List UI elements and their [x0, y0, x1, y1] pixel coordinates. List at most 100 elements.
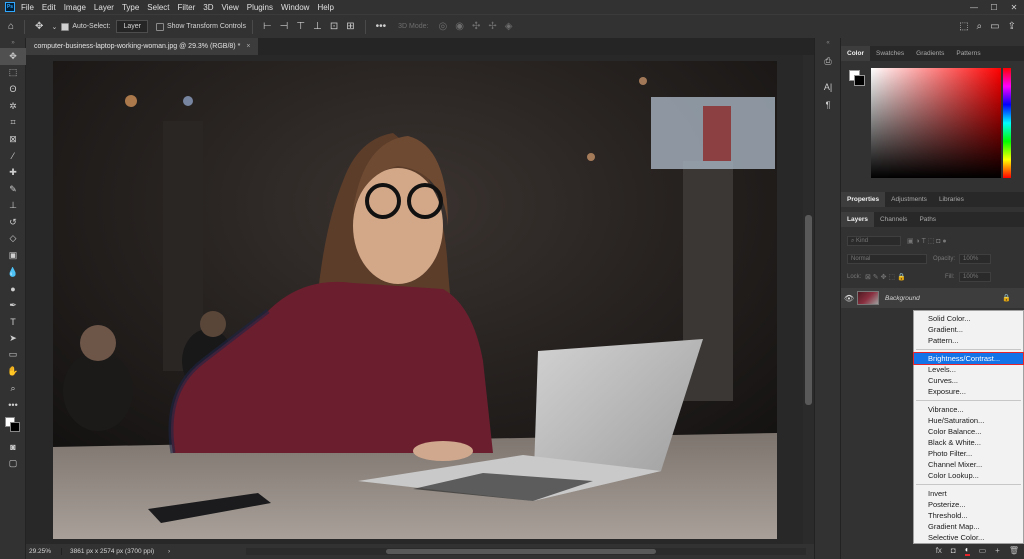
hue-slider[interactable]: [1003, 68, 1011, 178]
character-panel-icon[interactable]: A|: [815, 78, 841, 96]
folder-icon[interactable]: ▭: [979, 546, 987, 555]
eyedropper-icon[interactable]: ⁄: [0, 148, 26, 165]
type-tool-icon[interactable]: T: [0, 314, 26, 331]
3d-roll-icon[interactable]: ◉: [455, 21, 464, 32]
quick-mask-icon[interactable]: ◙: [0, 439, 26, 456]
align-middle-icon[interactable]: ⊡: [330, 21, 338, 32]
chevron-down-icon[interactable]: ⌄: [51, 23, 57, 31]
menu-item-curves[interactable]: Curves...: [914, 375, 1023, 386]
horizontal-scrollbar[interactable]: [246, 548, 806, 555]
menu-filter[interactable]: Filter: [178, 3, 196, 12]
menu-item-levels[interactable]: Levels...: [914, 364, 1023, 375]
collapse-icon[interactable]: »: [0, 38, 26, 48]
align-bottom-icon[interactable]: ⊞: [346, 21, 354, 32]
tab-libraries[interactable]: Libraries: [933, 192, 970, 207]
eye-icon[interactable]: 👁: [841, 294, 857, 303]
menu-item-vibrance[interactable]: Vibrance...: [914, 404, 1023, 415]
fill-input[interactable]: 100%: [959, 272, 991, 282]
3d-slide-icon[interactable]: ✢: [488, 21, 496, 32]
menu-help[interactable]: Help: [317, 3, 333, 12]
frame-tool-icon[interactable]: ⊠: [0, 131, 26, 148]
tab-layers[interactable]: Layers: [841, 212, 874, 227]
align-right-icon[interactable]: ⊤: [296, 21, 305, 32]
layer-row-background[interactable]: 👁 Background 🔒: [841, 288, 1024, 308]
brush-tool-icon[interactable]: ✎: [0, 181, 26, 198]
menu-item-pattern[interactable]: Pattern...: [914, 335, 1023, 346]
move-tool-icon[interactable]: ✥: [35, 21, 43, 32]
workspace-icon[interactable]: ▭: [990, 21, 999, 32]
tab-gradients[interactable]: Gradients: [910, 46, 950, 61]
tab-color[interactable]: Color: [841, 46, 870, 61]
trash-icon[interactable]: 🗑: [1009, 546, 1019, 555]
lock-icons[interactable]: ⊠ ✎ ✥ ⬚ 🔒: [865, 273, 906, 281]
rectangle-tool-icon[interactable]: ▭: [0, 347, 26, 364]
background-swatch[interactable]: [854, 75, 865, 86]
menu-item-invert[interactable]: Invert: [914, 488, 1023, 499]
menu-item-gradient[interactable]: Gradient...: [914, 324, 1023, 335]
vertical-scrollbar[interactable]: [803, 55, 814, 544]
menu-item-color-balance[interactable]: Color Balance...: [914, 426, 1023, 437]
mask-icon[interactable]: ◘: [951, 546, 956, 555]
search-icon[interactable]: ⌕: [977, 21, 983, 32]
adjustment-layer-icon[interactable]: ◐: [964, 545, 970, 556]
lock-icon[interactable]: 🔒: [1002, 294, 1011, 302]
layer-filter-icons[interactable]: ▣ ◑ T ⬚ ◘ ●: [907, 237, 947, 245]
zoom-tool-icon[interactable]: ⌕: [0, 380, 26, 397]
align-center-icon[interactable]: ⊣: [280, 21, 289, 32]
history-panel-icon[interactable]: ⎙: [815, 52, 841, 70]
paragraph-panel-icon[interactable]: ¶: [815, 96, 841, 114]
maximize-button[interactable]: ☐: [984, 3, 1004, 12]
marquee-tool-icon[interactable]: ⬚: [0, 65, 26, 82]
color-swatches[interactable]: [0, 413, 26, 439]
document-tab[interactable]: computer-business-laptop-working-woman.j…: [26, 38, 259, 55]
expand-panels-icon[interactable]: «: [815, 38, 841, 48]
menu-item-posterize[interactable]: Posterize...: [914, 499, 1023, 510]
close-tab-icon[interactable]: ×: [246, 43, 250, 50]
zoom-level[interactable]: 29.25%: [26, 548, 62, 555]
scroll-thumb[interactable]: [386, 549, 656, 554]
color-field[interactable]: [871, 68, 1001, 178]
hand-tool-icon[interactable]: ✋: [0, 363, 26, 380]
new-layer-icon[interactable]: +: [995, 546, 1000, 555]
layer-name[interactable]: Background: [885, 295, 920, 302]
filter-kind-select[interactable]: ⌕ Kind: [847, 236, 901, 246]
menu-type[interactable]: Type: [122, 3, 139, 12]
tab-channels[interactable]: Channels: [874, 212, 913, 227]
blend-mode-select[interactable]: Normal: [847, 254, 927, 264]
menu-item-gradient-map[interactable]: Gradient Map...: [914, 521, 1023, 532]
menu-item-hue-saturation[interactable]: Hue/Saturation...: [914, 415, 1023, 426]
menu-item-black-white[interactable]: Black & White...: [914, 437, 1023, 448]
dodge-tool-icon[interactable]: ●: [0, 280, 26, 297]
close-window-button[interactable]: ✕: [1004, 3, 1024, 12]
blur-tool-icon[interactable]: 💧: [0, 264, 26, 281]
menu-image[interactable]: Image: [64, 3, 86, 12]
document-canvas[interactable]: [53, 61, 777, 539]
more-tools-icon[interactable]: •••: [0, 396, 26, 413]
screen-mode-icon[interactable]: ▢: [0, 456, 26, 473]
share-icon[interactable]: ⬚: [959, 21, 968, 32]
scroll-thumb[interactable]: [805, 215, 812, 405]
magic-wand-icon[interactable]: ✲: [0, 98, 26, 115]
pen-tool-icon[interactable]: ✒: [0, 297, 26, 314]
lasso-tool-icon[interactable]: ʘ: [0, 81, 26, 98]
healing-brush-icon[interactable]: ✚: [0, 164, 26, 181]
status-menu-arrow[interactable]: ›: [162, 548, 170, 555]
3d-scale-icon[interactable]: ◈: [505, 21, 513, 32]
gradient-tool-icon[interactable]: ▣: [0, 247, 26, 264]
move-tool-icon[interactable]: ✥: [0, 48, 26, 65]
menu-plugins[interactable]: Plugins: [247, 3, 273, 12]
menu-item-color-lookup[interactable]: Color Lookup...: [914, 470, 1023, 481]
tab-patterns[interactable]: Patterns: [950, 46, 986, 61]
auto-select-dropdown[interactable]: Layer: [116, 20, 148, 33]
auto-select-checkbox[interactable]: [61, 22, 70, 31]
crop-tool-icon[interactable]: ⌗: [0, 114, 26, 131]
menu-window[interactable]: Window: [281, 3, 309, 12]
tab-paths[interactable]: Paths: [913, 212, 942, 227]
menu-item-threshold[interactable]: Threshold...: [914, 510, 1023, 521]
align-left-icon[interactable]: ⊢: [263, 21, 272, 32]
path-selection-icon[interactable]: ➤: [0, 330, 26, 347]
3d-orbit-icon[interactable]: ◎: [438, 21, 447, 32]
menu-item-photo-filter[interactable]: Photo Filter...: [914, 448, 1023, 459]
menu-view[interactable]: View: [222, 3, 239, 12]
minimize-button[interactable]: —: [964, 3, 984, 12]
